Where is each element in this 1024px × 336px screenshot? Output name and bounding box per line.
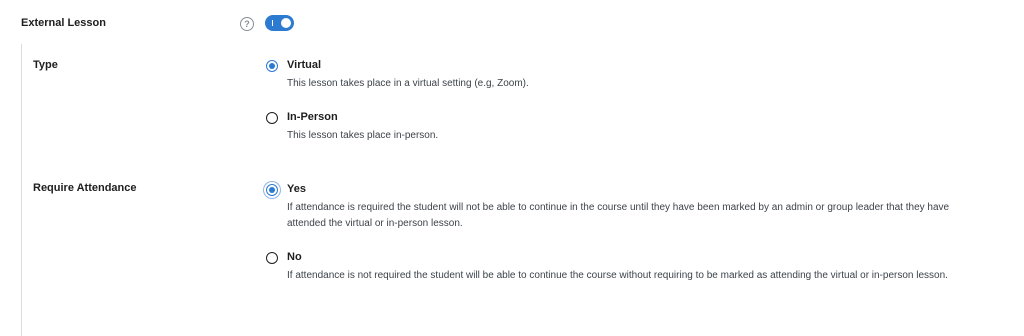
yes-radio[interactable] <box>266 184 278 196</box>
external-lesson-toggle[interactable] <box>265 15 294 31</box>
external-lesson-label: External Lesson <box>21 17 106 29</box>
toggle-knob <box>281 18 291 28</box>
in-person-option-title[interactable]: In-Person <box>287 111 338 123</box>
no-option-description: If attendance is not required the studen… <box>287 270 948 281</box>
virtual-option-title[interactable]: Virtual <box>287 59 321 71</box>
in-person-option-description: This lesson takes place in-person. <box>287 130 439 141</box>
in-person-radio[interactable] <box>266 112 278 124</box>
yes-option-description: If attendance is required the student wi… <box>287 202 950 229</box>
lesson-settings-panel: External Lesson ? Type Virtual This less… <box>0 0 1024 336</box>
require-attendance-label: Require Attendance <box>33 182 137 194</box>
no-radio[interactable] <box>266 252 278 264</box>
nested-settings-divider <box>21 44 22 336</box>
virtual-option-description: This lesson takes place in a virtual set… <box>287 78 529 89</box>
toggle-on-indicator <box>272 20 273 26</box>
no-option-title[interactable]: No <box>287 251 302 263</box>
virtual-radio[interactable] <box>266 60 278 72</box>
yes-option-title[interactable]: Yes <box>287 183 306 195</box>
type-label: Type <box>33 59 58 71</box>
question-circle-icon[interactable]: ? <box>240 17 254 31</box>
